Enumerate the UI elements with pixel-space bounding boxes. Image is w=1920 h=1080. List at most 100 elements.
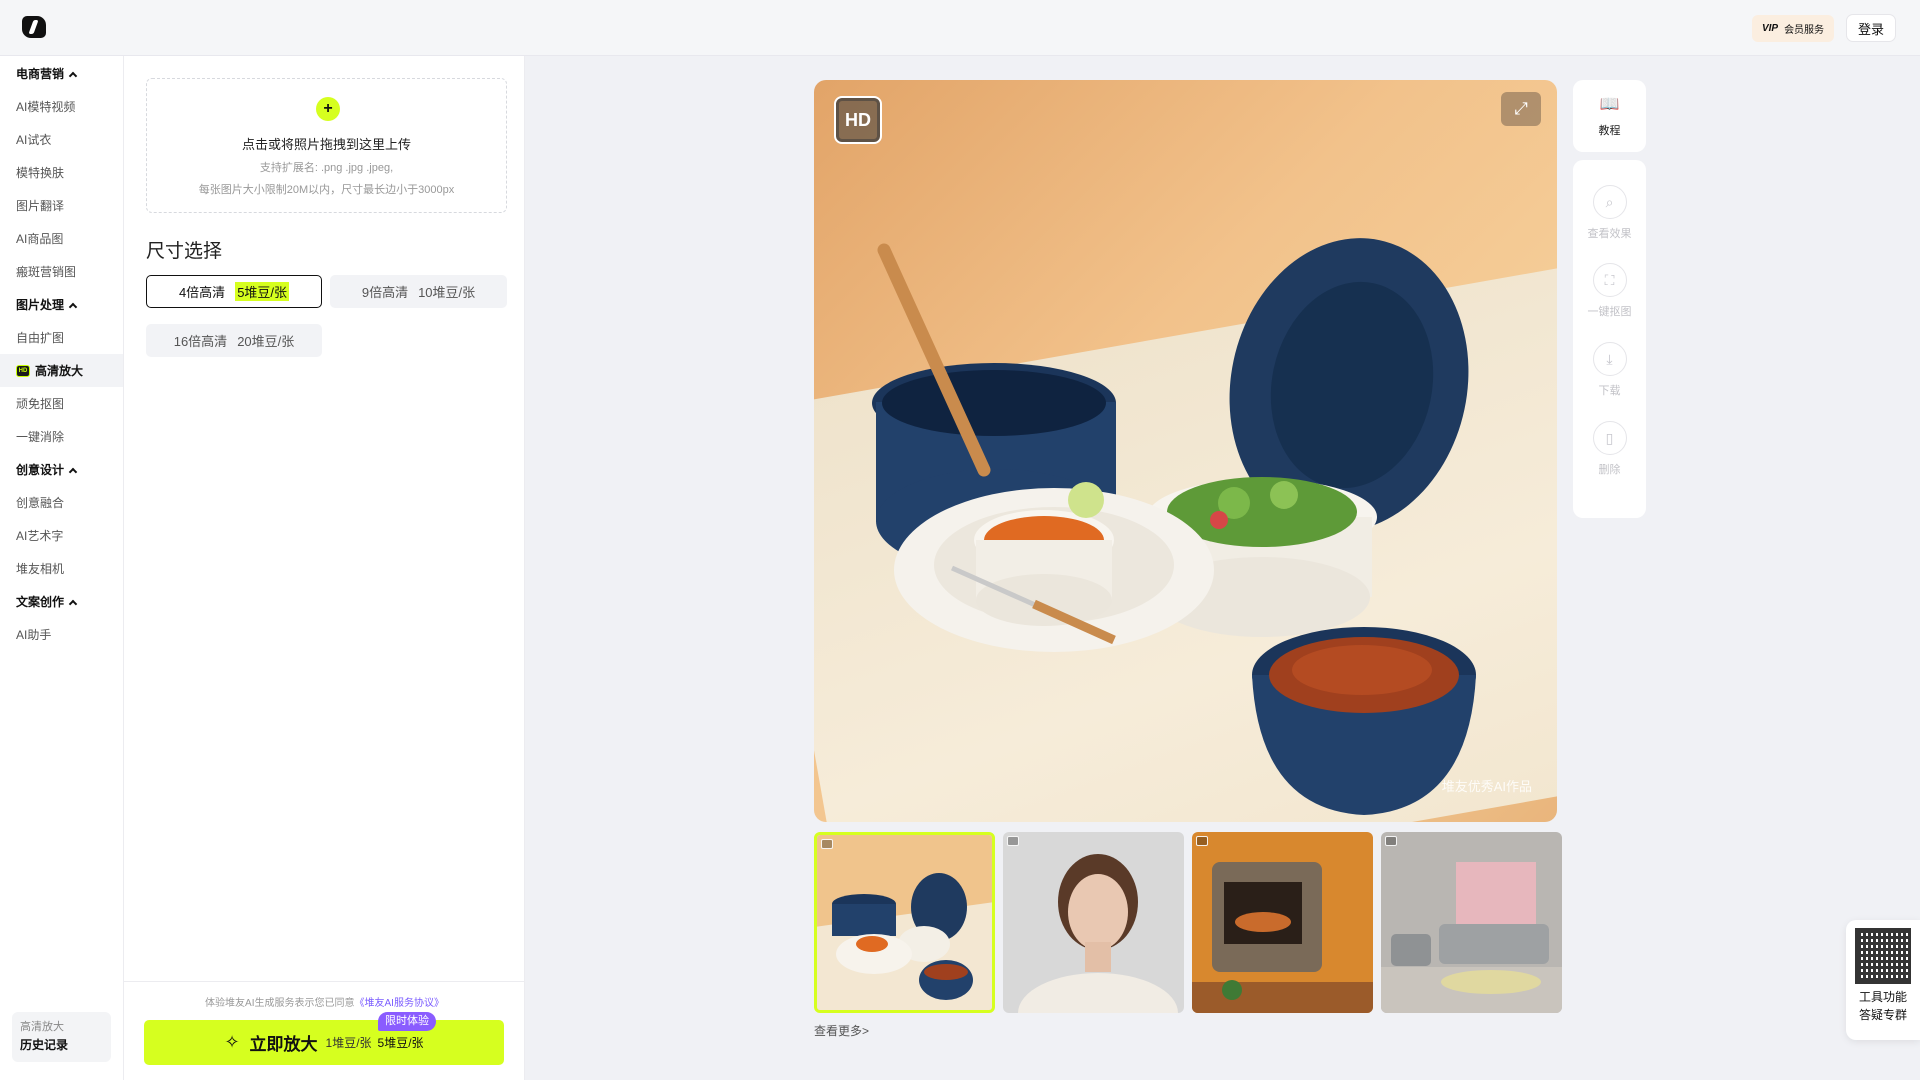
- nav-section-label: 文案创作: [16, 595, 65, 609]
- option-label: 9倍高清: [361, 285, 409, 300]
- tool-label: 一键抠图: [1587, 306, 1632, 318]
- agreement-text: 体验堆友AI生成服务表示您已同意《堆友AI服务协议》: [124, 994, 525, 1009]
- one-click-cutout-button[interactable]: ⛶ 一键抠图: [1573, 263, 1646, 319]
- hd-mark-icon: [1196, 836, 1208, 846]
- nav-section-label: 电商营销: [16, 67, 65, 81]
- qr-line2: 答疑专群: [1858, 1008, 1907, 1022]
- qr-help-widget[interactable]: 工具功能 答疑专群: [1846, 920, 1920, 1040]
- button-label: 立即放大: [249, 1035, 318, 1054]
- option-price: 20堆豆/张: [237, 334, 295, 349]
- size-option-16x[interactable]: 16倍高清 20堆豆/张: [146, 324, 322, 357]
- vip-service-button[interactable]: VIP 会员服务: [1752, 15, 1834, 42]
- nav-item-marketing[interactable]: 瘢斑营销图: [0, 255, 123, 288]
- settings-panel: + 点击或将照片拖拽到这里上传 支持扩展名: .png .jpg .jpeg, …: [124, 56, 525, 1080]
- tool-label: 删除: [1598, 464, 1621, 476]
- hd-mark-icon: [1007, 836, 1019, 846]
- nav-section-label: 创意设计: [16, 463, 65, 477]
- book-icon: 📖: [1599, 96, 1620, 113]
- thumbnail-image: [817, 835, 992, 1010]
- upload-main-text: 点击或将照片拖拽到这里上传: [241, 137, 411, 152]
- history-button[interactable]: 高清放大 历史记录: [12, 1012, 111, 1062]
- nav-item-ai-tryon[interactable]: AI试衣: [0, 123, 123, 156]
- nav-item-erase[interactable]: 一键消除: [0, 420, 123, 453]
- chevron-up-icon: [68, 302, 78, 311]
- nav-item-fusion[interactable]: 创意融合: [0, 486, 123, 519]
- plus-icon: +: [316, 97, 340, 121]
- qr-line1: 工具功能: [1858, 990, 1907, 1004]
- nav-section-ecommerce[interactable]: 电商营销: [0, 57, 123, 90]
- thumbnail-tableware[interactable]: [814, 832, 995, 1013]
- chevron-up-icon: [68, 467, 78, 476]
- upscale-now-button[interactable]: 限时体验 ✧ 立即放大 1堆豆/张 5堆豆/张: [144, 1012, 504, 1065]
- hd-badge: HD: [834, 96, 882, 144]
- vip-text: 会员服务: [1784, 25, 1825, 36]
- nav-section-image[interactable]: 图片处理: [0, 288, 123, 321]
- magnifier-icon: ⌕: [1592, 185, 1627, 219]
- view-more-link[interactable]: 查看更多>: [814, 1022, 869, 1039]
- tutorial-button[interactable]: 📖 教程: [1573, 80, 1646, 152]
- nav-section-copywriting[interactable]: 文案创作: [0, 585, 123, 618]
- sparkle-icon: ✧: [224, 1032, 240, 1052]
- nav-item-ai-product[interactable]: AI商品图: [0, 222, 123, 255]
- upload-dropzone[interactable]: + 点击或将照片拖拽到这里上传 支持扩展名: .png .jpg .jpeg, …: [146, 78, 507, 213]
- upload-formats: 支持扩展名: .png .jpg .jpeg,: [259, 162, 394, 174]
- thumbnail-image: [1192, 832, 1373, 1013]
- size-title: 尺寸选择: [146, 241, 223, 262]
- view-effect-button[interactable]: ⌕ 查看效果: [1573, 185, 1646, 241]
- size-option-4x[interactable]: 4倍高清 5堆豆/张: [146, 275, 322, 308]
- thumbnail-sofa[interactable]: [1381, 832, 1562, 1013]
- sidebar-nav: 电商营销 AI模特视频 AI试衣 模特换肤 图片翻译 AI商品图 瘢斑营销图 图…: [0, 56, 124, 1080]
- thumbnail-image: [1003, 832, 1184, 1013]
- nav-item-camera[interactable]: 堆友相机: [0, 552, 123, 585]
- hd-mark-icon: [1385, 836, 1397, 846]
- preview-image: HD ⤢ 堆友优秀AI作品: [814, 80, 1557, 822]
- thumbnail-image: [1381, 832, 1562, 1013]
- agreement-prefix: 体验堆友AI生成服务表示您已同意: [205, 998, 355, 1009]
- size-option-9x[interactable]: 9倍高清 10堆豆/张: [330, 275, 507, 308]
- vip-label: VIP: [1761, 23, 1779, 34]
- old-price: 1堆豆/张: [325, 1036, 372, 1050]
- scan-icon: ⛶: [1592, 263, 1627, 297]
- upload-limits: 每张图片大小限制20M以内，尺寸最长边小于3000px: [198, 184, 455, 196]
- history-line2: 历史记录: [20, 1038, 69, 1052]
- nav-item-ai-model-video[interactable]: AI模特视频: [0, 90, 123, 123]
- tool-label: 查看效果: [1587, 228, 1632, 240]
- nav-section-label: 图片处理: [16, 298, 65, 312]
- nav-item-label: 高清放大: [35, 364, 84, 378]
- qr-code-icon: [1855, 928, 1911, 984]
- top-bar: VIP 会员服务 登录: [0, 0, 1920, 56]
- nav-item-cutout[interactable]: 顽免抠图: [0, 387, 123, 420]
- delete-button[interactable]: ▯ 删除: [1573, 421, 1646, 477]
- trash-icon: ▯: [1592, 421, 1627, 455]
- tableware-illustration: [872, 238, 1476, 815]
- agreement-link[interactable]: 《堆友AI服务协议》: [355, 998, 444, 1009]
- option-label: 16倍高清: [173, 334, 228, 349]
- hd-mark-icon: [821, 839, 833, 849]
- nav-item-expand[interactable]: 自由扩图: [0, 321, 123, 354]
- option-price: 5堆豆/张: [235, 282, 290, 301]
- nav-section-creative[interactable]: 创意设计: [0, 453, 123, 486]
- thumbnail-oven[interactable]: [1192, 832, 1373, 1013]
- download-icon: ⤓: [1592, 342, 1627, 376]
- nav-item-image-translate[interactable]: 图片翻译: [0, 189, 123, 222]
- download-button[interactable]: ⤓ 下载: [1573, 342, 1646, 398]
- chevron-up-icon: [68, 71, 78, 80]
- nav-item-art-text[interactable]: AI艺术字: [0, 519, 123, 552]
- history-line1: 高清放大: [20, 1021, 64, 1033]
- tutorial-label: 教程: [1598, 125, 1621, 137]
- hd-icon: HD: [16, 364, 30, 377]
- expand-icon[interactable]: ⤢: [1501, 92, 1541, 126]
- logo[interactable]: [22, 16, 46, 38]
- panel-footer: 体验堆友AI生成服务表示您已同意《堆友AI服务协议》 限时体验 ✧ 立即放大 1…: [124, 981, 525, 1080]
- thumbnail-portrait[interactable]: [1003, 832, 1184, 1013]
- new-price: 5堆豆/张: [377, 1036, 424, 1050]
- tool-panel: ⌕ 查看效果 ⛶ 一键抠图 ⤓ 下载 ▯ 删除: [1573, 160, 1646, 518]
- nav-item-hd-upscale[interactable]: HD 高清放大: [0, 354, 123, 387]
- limited-trial-tag: 限时体验: [378, 1012, 436, 1031]
- watermark: 堆友优秀AI作品: [1441, 779, 1532, 794]
- nav-item-ai-assistant[interactable]: AI助手: [0, 618, 123, 651]
- tool-label: 下载: [1598, 385, 1621, 397]
- nav-item-model-skin[interactable]: 模特换肤: [0, 156, 123, 189]
- login-button[interactable]: 登录: [1846, 14, 1896, 42]
- chevron-up-icon: [68, 599, 78, 608]
